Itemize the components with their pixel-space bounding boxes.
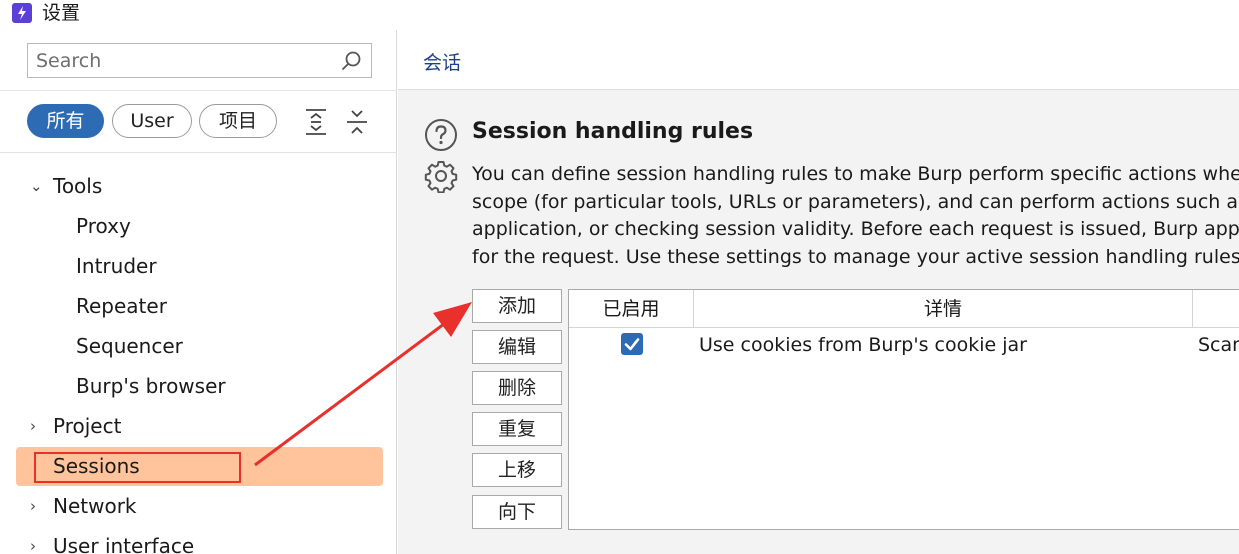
tree-item-user-interface[interactable]: › User interface [0, 526, 397, 554]
tree-item-label: Proxy [76, 214, 131, 238]
help-icon[interactable] [424, 118, 458, 152]
collapse-all-icon[interactable] [345, 108, 369, 136]
description-line: for the request. Use these settings to m… [472, 245, 1239, 268]
column-header-details[interactable]: 详情 [694, 290, 1193, 328]
title-bar: 设置 [0, 0, 1239, 28]
chevron-right-icon[interactable]: › [30, 526, 44, 554]
chevron-down-icon[interactable]: ⌄ [30, 166, 44, 206]
move-down-button[interactable]: 向下 [472, 495, 562, 529]
rule-details-cell[interactable]: Use cookies from Burp's cookie jar [699, 330, 1027, 360]
tree-item-tools[interactable]: ⌄ Tools [0, 166, 397, 206]
page-title: 会话 [423, 52, 462, 74]
tree-item-label: Sessions [53, 454, 140, 478]
tree-item-sequencer[interactable]: Sequencer [0, 326, 397, 366]
tree-item-label: Tools [53, 174, 103, 198]
search-icon[interactable] [340, 50, 362, 72]
description-line: You can define session handling rules to… [472, 163, 1239, 185]
description-line: scope (for particular tools, URLs or par… [472, 190, 1239, 213]
tree-item-proxy[interactable]: Proxy [0, 206, 397, 246]
search-input[interactable] [36, 47, 336, 74]
settings-sidebar: 所有 User 项目 ⌄ Tools Proxy Intruder Repeat… [0, 30, 397, 554]
tree-item-label: User interface [53, 534, 195, 554]
tree-item-burps-browser[interactable]: Burp's browser [0, 366, 397, 406]
chevron-right-icon[interactable]: › [30, 406, 44, 446]
tree-item-label: Sequencer [76, 334, 183, 358]
divider [0, 152, 397, 153]
tree-item-repeater[interactable]: Repeater [0, 286, 397, 326]
rule-enabled-checkbox[interactable] [621, 333, 643, 355]
tree-item-label: Repeater [76, 294, 167, 318]
add-button[interactable]: 添加 [472, 289, 562, 323]
tree-item-intruder[interactable]: Intruder [0, 246, 397, 286]
session-rules-table: 已启用 详情 Use cookies from Burp's cookie ja… [568, 289, 1239, 530]
settings-main-panel: 会话 Session handling rules You can define… [398, 30, 1239, 554]
section-title: Session handling rules [472, 119, 754, 144]
filter-project-pill[interactable]: 项目 [199, 104, 277, 138]
burp-app-icon [12, 3, 32, 23]
tree-item-label: Intruder [76, 254, 157, 278]
tree-item-network[interactable]: › Network [0, 486, 397, 526]
move-up-button[interactable]: 上移 [472, 453, 562, 487]
search-box[interactable] [27, 43, 372, 78]
expand-all-icon[interactable] [304, 108, 328, 136]
duplicate-button[interactable]: 重复 [472, 412, 562, 446]
tree-item-label: Burp's browser [76, 374, 226, 398]
panel-header: 会话 [398, 30, 1239, 90]
tree-item-sessions[interactable]: Sessions [0, 446, 397, 486]
section-description: You can define session handling rules to… [472, 161, 1239, 271]
window-title: 设置 [42, 2, 81, 24]
tree-item-project[interactable]: › Project [0, 406, 397, 446]
tree-item-label: Project [53, 414, 122, 438]
remove-button[interactable]: 删除 [472, 371, 562, 405]
column-header-scope[interactable] [1193, 290, 1239, 328]
filter-all-pill[interactable]: 所有 [27, 104, 104, 138]
divider [0, 90, 397, 91]
column-header-enabled[interactable]: 已启用 [569, 290, 694, 328]
gear-icon[interactable] [424, 159, 458, 193]
chevron-right-icon[interactable]: › [30, 486, 44, 526]
description-line: application, or checking session validit… [472, 218, 1239, 240]
filter-user-pill[interactable]: User [112, 104, 192, 138]
tree-item-label: Network [53, 494, 137, 518]
edit-button[interactable]: 编辑 [472, 330, 562, 364]
rule-scope-cell[interactable]: Scan [1198, 330, 1239, 360]
